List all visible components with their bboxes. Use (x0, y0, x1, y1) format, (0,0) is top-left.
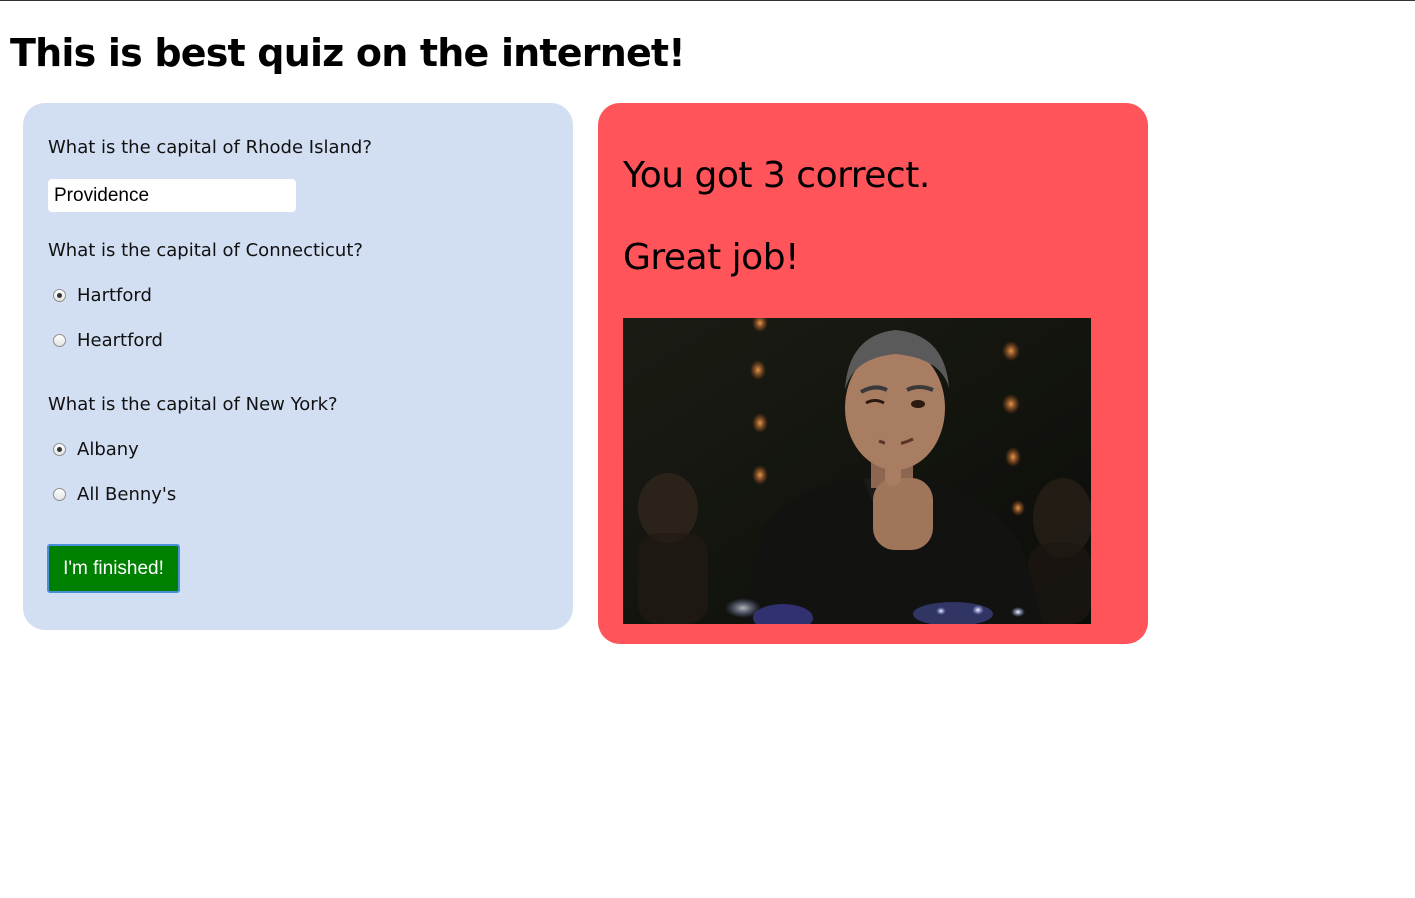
radio-button-albany[interactable] (53, 442, 66, 456)
result-panel: You got 3 correct. Great job! (598, 103, 1148, 644)
option-all-bennys[interactable]: All Benny's (53, 482, 176, 506)
top-border-line (0, 0, 1415, 1)
radio-button-hartford[interactable] (53, 288, 66, 302)
quiz-panel: What is the capital of Rhode Island? Wha… (23, 103, 573, 630)
radio-button-heartford[interactable] (53, 333, 66, 347)
radio-button-all-bennys[interactable] (53, 487, 66, 501)
question-3-text: What is the capital of New York? (48, 394, 338, 415)
reaction-gif-illustration (623, 318, 1091, 624)
option-all-bennys-label[interactable]: All Benny's (77, 484, 176, 505)
option-heartford[interactable]: Heartford (53, 328, 163, 352)
option-hartford[interactable]: Hartford (53, 283, 152, 307)
option-albany-label[interactable]: Albany (77, 439, 139, 460)
option-heartford-label[interactable]: Heartford (77, 330, 163, 351)
option-hartford-label[interactable]: Hartford (77, 285, 152, 306)
result-message: Great job! (623, 237, 799, 278)
question-2-text: What is the capital of Connecticut? (48, 240, 363, 261)
reaction-gif-image (623, 318, 1091, 624)
score-text: You got 3 correct. (623, 155, 930, 196)
question-1-text: What is the capital of Rhode Island? (48, 137, 372, 158)
rhode-island-answer-input[interactable] (48, 179, 296, 212)
page-title: This is best quiz on the internet! (10, 31, 686, 75)
option-albany[interactable]: Albany (53, 437, 139, 461)
finish-button[interactable]: I'm finished! (47, 544, 180, 593)
